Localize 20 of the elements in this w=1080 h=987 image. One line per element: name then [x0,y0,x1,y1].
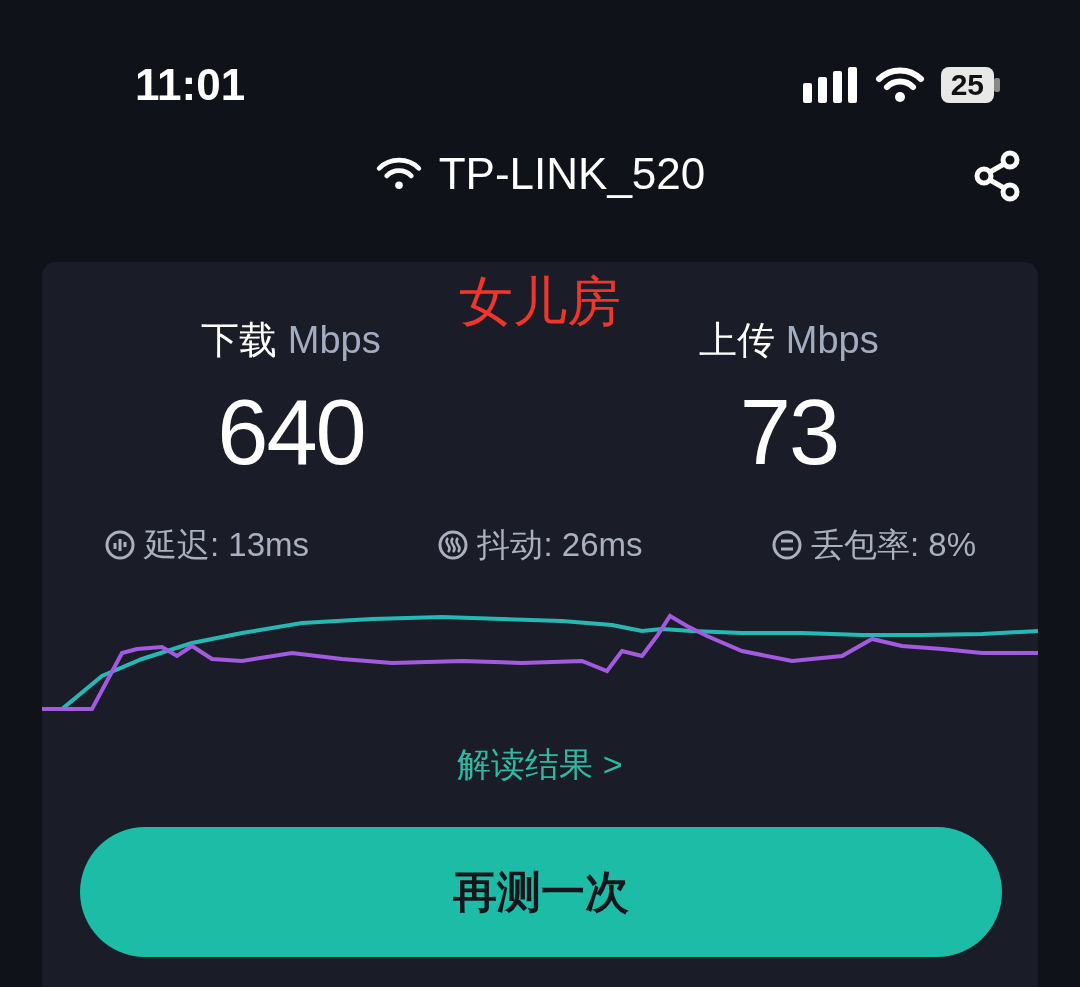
share-icon[interactable] [974,150,1022,202]
wifi-icon [874,67,925,103]
stat-text: 丢包率: 8% [810,528,976,562]
clock-time: 11:01 [135,63,246,107]
signal-icon [802,67,859,103]
annotation-text: 女儿房 [459,271,621,331]
stat-text: 抖动: 26ms [477,528,643,562]
jitter-icon [437,528,470,561]
wifi-icon [374,156,423,191]
metric-value: 73 [739,381,839,484]
stat-text: 延迟: 13ms [144,528,310,562]
metric-label: 下载 Mbps [201,319,381,362]
metric-value: 640 [217,381,365,484]
battery-level: 25 [940,67,994,103]
loss-icon [770,528,803,561]
latency-icon [104,528,136,561]
metric-label: 上传 Mbps [699,319,879,362]
interpret-results-link[interactable]: 解读结果 > [457,745,623,784]
retest-button[interactable]: 再测一次 [80,827,1002,958]
network-name: TP-LINK_520 [438,151,706,196]
